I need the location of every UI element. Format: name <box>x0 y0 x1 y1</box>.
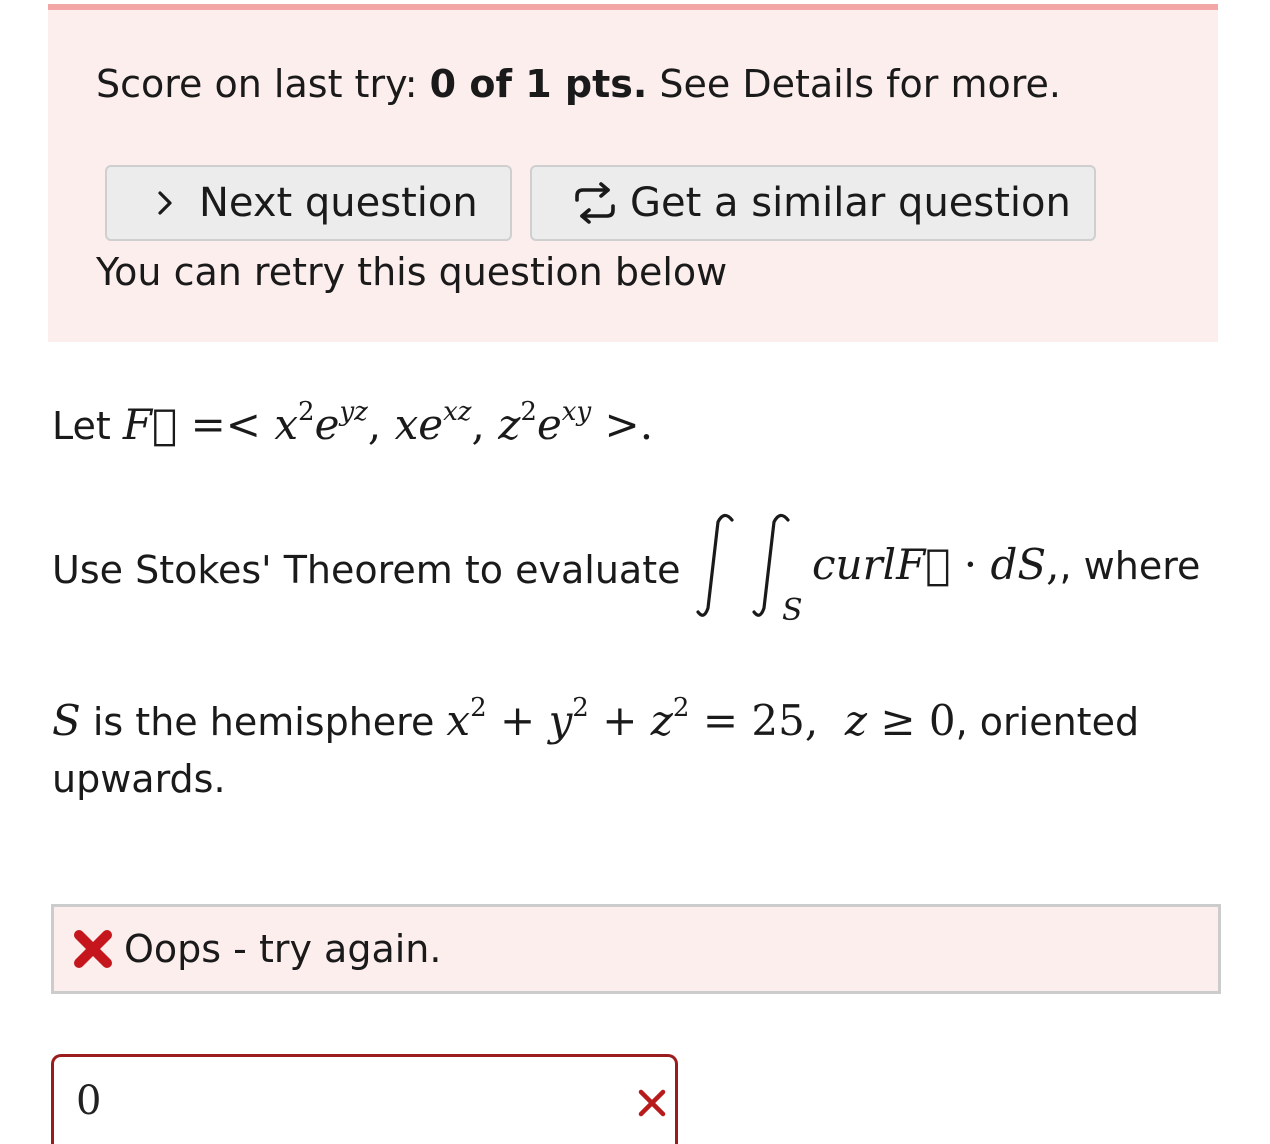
surface-symbol: S <box>52 696 81 745</box>
question-surface: S is the hemisphere x2 + y2 + z2 = 25, z… <box>52 693 1140 745</box>
score-summary: Score on last try: 0 of 1 pts. See Detai… <box>96 62 1061 106</box>
let-label: Let <box>52 404 123 448</box>
use-stokes-label: Use Stokes' Theorem to evaluate <box>52 548 681 592</box>
answer-input[interactable] <box>76 1073 576 1129</box>
similar-question-label: Get a similar question <box>630 180 1071 226</box>
chevron-right-icon <box>158 191 172 215</box>
vector-field-formula: F⃗ =< x2eyz, xexz, z2exy >. <box>122 397 654 449</box>
retry-note: You can retry this question below <box>96 250 728 294</box>
upwards-label: upwards. <box>52 757 226 801</box>
cross-icon <box>74 930 112 968</box>
next-question-button[interactable]: Next question <box>105 165 512 241</box>
svg-text:S: S <box>782 593 803 628</box>
where-label: , where <box>1059 544 1201 588</box>
integrand-formula: curlF⃗ · dS, <box>812 540 1060 589</box>
hemisphere-label: is the hemisphere <box>80 700 447 744</box>
x-icon <box>638 1089 666 1117</box>
score-prefix: Score on last try: <box>96 62 430 106</box>
feedback-message: Oops - try again. <box>124 927 442 971</box>
integrand: curlF⃗ · dS,, where <box>812 540 1200 589</box>
similar-question-button[interactable]: Get a similar question <box>530 165 1096 241</box>
next-question-label: Next question <box>199 180 478 226</box>
score-value: 0 of 1 pts. <box>429 62 648 106</box>
feedback-banner: Oops - try again. <box>51 904 1221 994</box>
question-vector-field: Let F⃗ =< x2eyz, xexz, z2exy >. <box>52 397 654 449</box>
hemisphere-equation: x2 + y2 + z2 = 25, z ≥ 0 <box>446 693 956 745</box>
repeat-icon <box>575 182 615 224</box>
oriented-label: , oriented <box>955 700 1140 744</box>
score-panel: Score on last try: 0 of 1 pts. See Detai… <box>48 4 1218 342</box>
score-suffix: See Details for more. <box>647 62 1062 106</box>
answer-field <box>51 1054 678 1144</box>
